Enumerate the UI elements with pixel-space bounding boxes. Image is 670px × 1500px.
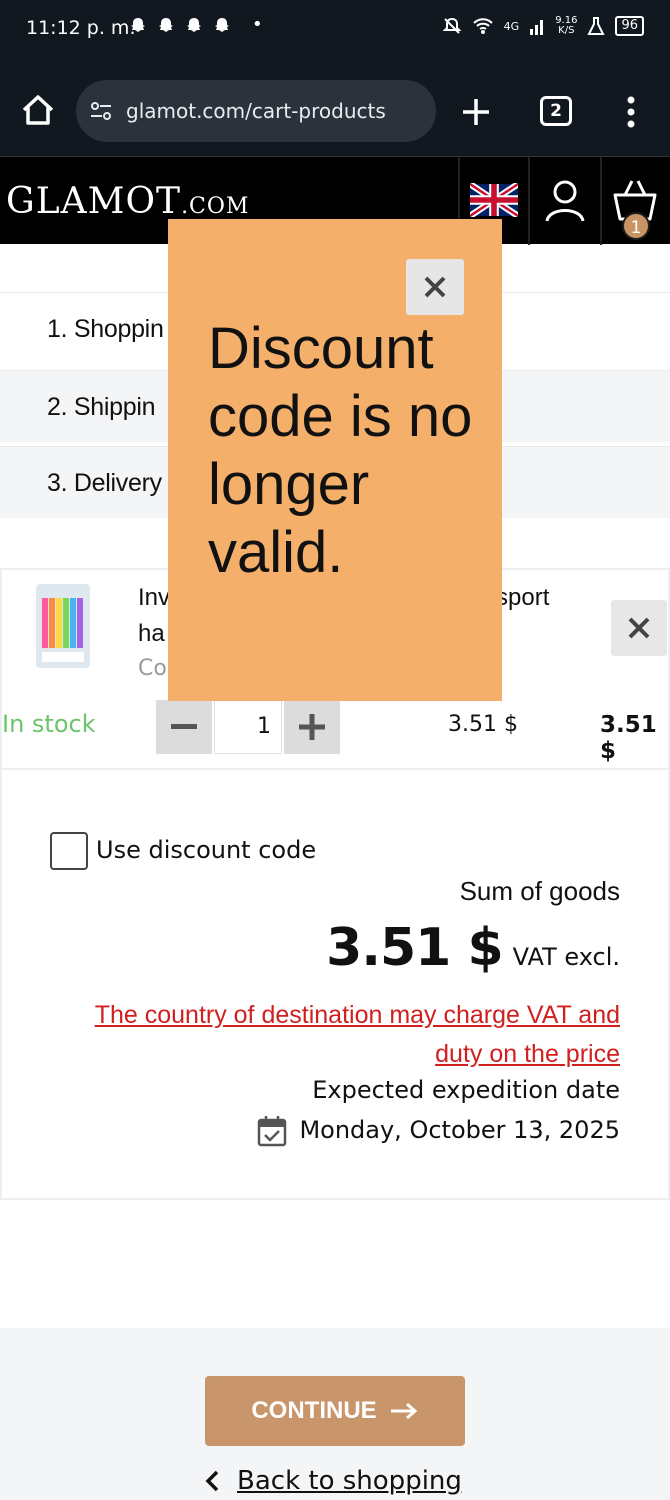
discount-code-label[interactable]: Use discount code	[96, 836, 316, 864]
continue-button[interactable]: CONTINUE	[205, 1376, 465, 1446]
quantity-decrease-button[interactable]	[156, 700, 212, 754]
product-image[interactable]	[34, 582, 92, 670]
site-logo[interactable]: GLAMOT.COM	[6, 181, 249, 222]
wifi-icon	[472, 18, 493, 34]
close-icon	[628, 617, 650, 639]
product-code: Co	[138, 656, 167, 681]
continue-label: CONTINUE	[251, 1397, 377, 1424]
snapchat-icon	[131, 18, 145, 32]
more-menu-icon[interactable]	[620, 94, 642, 130]
product-name-line2[interactable]: ha	[138, 620, 165, 648]
divider	[0, 768, 670, 770]
new-tab-icon[interactable]	[458, 94, 494, 130]
close-icon	[424, 276, 446, 298]
snapchat-icon	[187, 18, 201, 32]
address-bar[interactable]: glamot.com/cart-products	[76, 80, 436, 142]
vat-duty-link[interactable]: The country of destination may charge VA…	[60, 996, 620, 1074]
notification-icons	[128, 16, 232, 36]
snapchat-icon	[215, 18, 229, 32]
cart-count-badge: 1	[622, 212, 650, 240]
arrow-right-icon	[390, 1402, 417, 1420]
browser-toolbar: glamot.com/cart-products 2	[0, 60, 670, 156]
stock-status: In stock	[2, 710, 96, 738]
signal-icon	[530, 20, 544, 35]
discount-code-checkbox[interactable]	[50, 832, 88, 870]
vat-excl-label: VAT excl.	[512, 943, 620, 971]
line-total: 3.51 $	[600, 712, 657, 764]
network-type: 4G	[503, 19, 520, 33]
uk-flag-icon[interactable]	[470, 183, 518, 217]
expedition-date: Monday, October 13, 2025	[299, 1116, 620, 1144]
sum-of-goods: 3.51 $ VAT excl.	[326, 918, 620, 978]
back-to-shopping-label: Back to shopping	[237, 1466, 462, 1496]
calendar-check-icon	[257, 1116, 287, 1147]
status-dot: •	[252, 14, 263, 35]
flask-icon	[587, 17, 606, 35]
quantity-input[interactable]: 1	[214, 700, 282, 754]
quantity-increase-button[interactable]	[284, 700, 340, 754]
muted-bell-icon	[442, 17, 462, 34]
battery-indicator: 96	[615, 16, 644, 36]
plus-icon	[299, 714, 325, 740]
header-divider	[600, 157, 602, 245]
discount-error-popup: Discount code is no longer valid.	[168, 219, 502, 701]
header-divider	[528, 157, 530, 245]
product-name[interactable]: Inv	[138, 584, 170, 612]
status-time: 11:12 p. m.	[26, 17, 136, 39]
sum-value: 3.51 $	[326, 918, 504, 978]
unit-price: 3.51 $	[448, 712, 518, 737]
tab-switcher-button[interactable]: 2	[540, 96, 572, 126]
status-bar: 11:12 p. m. • 4G 9.16 K/S 96	[0, 0, 670, 60]
network-speed: 9.16 K/S	[555, 15, 578, 36]
status-indicators: 4G 9.16 K/S 96	[442, 16, 644, 36]
site-settings-icon[interactable]	[88, 98, 114, 124]
chevron-left-icon	[205, 1470, 219, 1492]
expedition-label: Expected expedition date	[312, 1076, 620, 1104]
remove-item-button[interactable]	[611, 600, 667, 656]
snapchat-icon	[159, 18, 173, 32]
popup-close-button[interactable]	[406, 259, 464, 315]
sum-of-goods-label: Sum of goods	[459, 876, 620, 906]
home-icon[interactable]	[18, 90, 58, 130]
url-text[interactable]: glamot.com/cart-products	[126, 99, 386, 123]
product-name-continued[interactable]: sport	[496, 584, 549, 612]
account-icon[interactable]	[544, 179, 586, 223]
popup-message: Discount code is no longer valid.	[208, 316, 473, 585]
back-to-shopping-link[interactable]: Back to shopping	[205, 1466, 462, 1496]
minus-icon	[171, 724, 197, 729]
